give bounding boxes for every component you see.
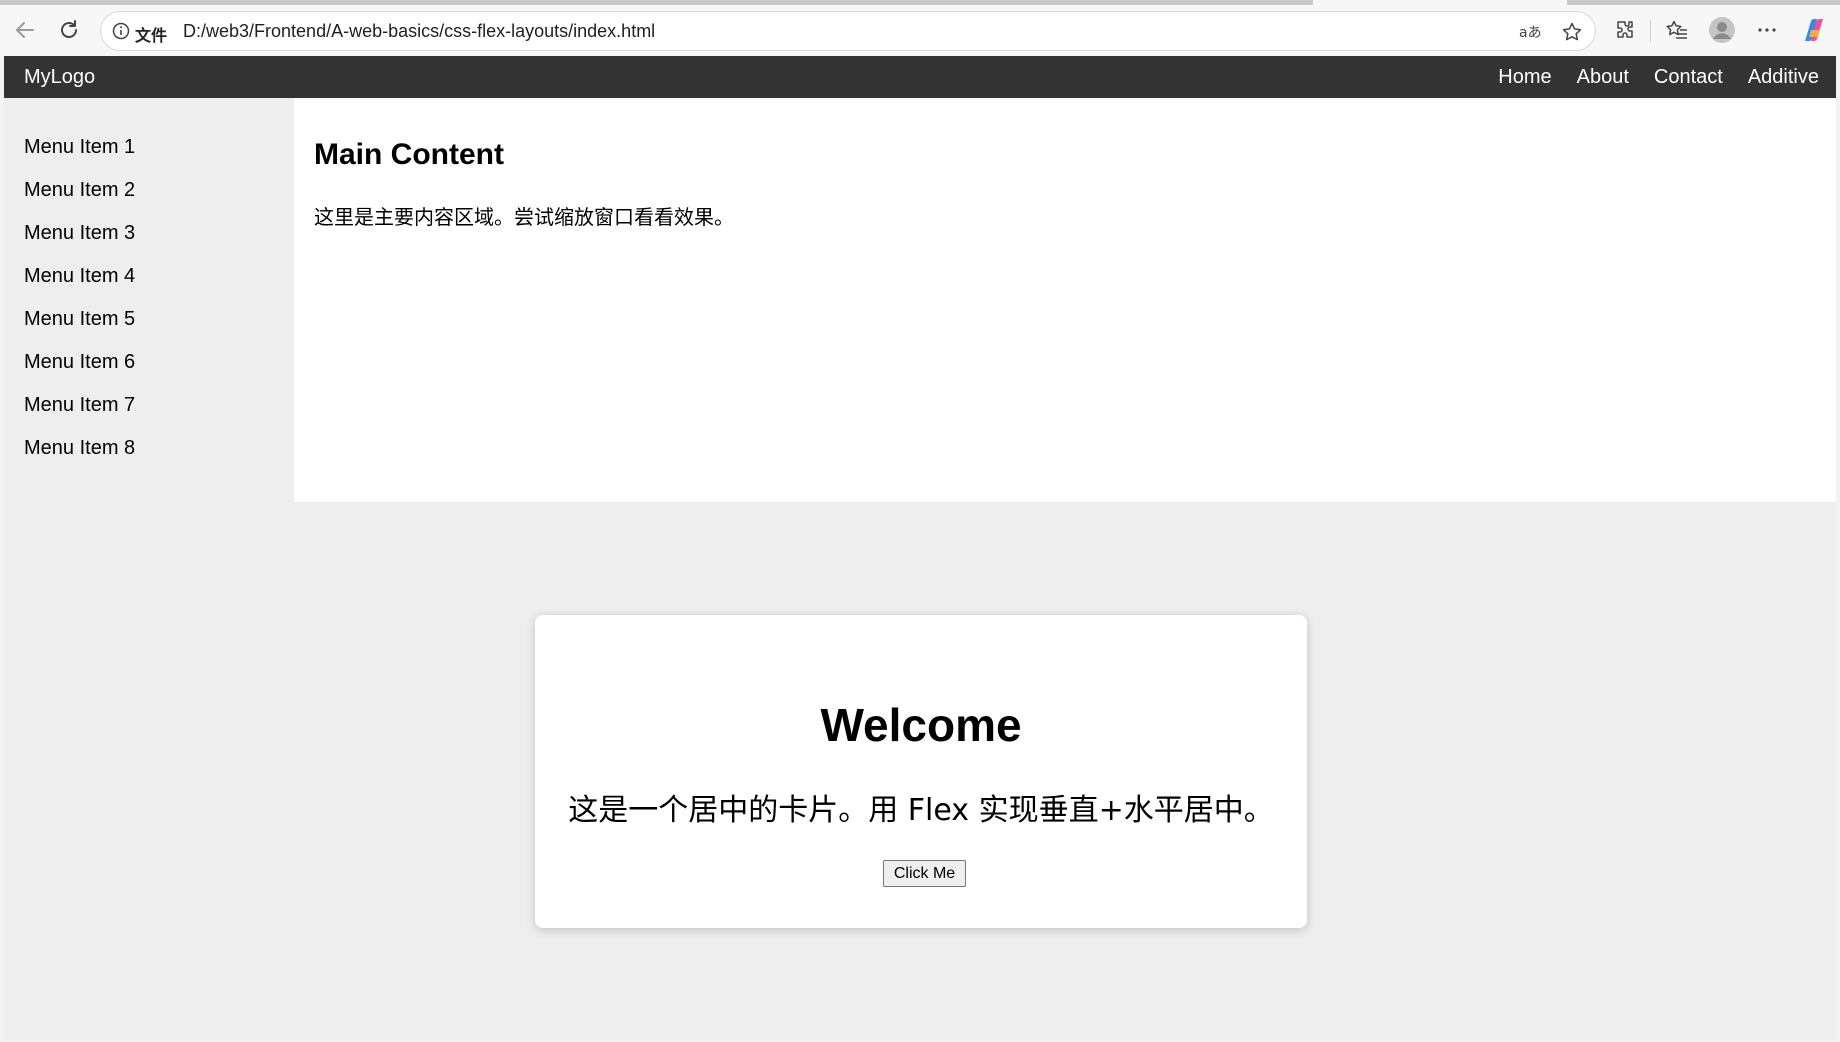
card-text: 这是一个居中的卡片。用 Flex 实现垂直+水平居中。: [568, 793, 1274, 828]
favorite-star-icon[interactable]: [1561, 21, 1583, 43]
nav-link-contact[interactable]: Contact: [1654, 66, 1723, 89]
sidebar-menu: Menu Item 1 Menu Item 2 Menu Item 3 Menu…: [4, 98, 294, 479]
site-logo[interactable]: MyLogo: [24, 66, 95, 89]
tab-strip: [1567, 0, 1840, 5]
nav-links: Home About Contact Additive: [1498, 66, 1819, 89]
card-title: Welcome: [820, 699, 1022, 751]
address-url[interactable]: D:/web3/Frontend/A-web-basics/css-flex-l…: [183, 21, 655, 42]
svg-text:aあ: aあ: [1519, 25, 1541, 41]
profile-avatar-icon[interactable]: [1707, 15, 1737, 45]
reload-icon: [61, 20, 77, 38]
sidebar-menu-item-4[interactable]: Menu Item 4: [4, 264, 294, 307]
extensions-icon[interactable]: [1610, 15, 1640, 45]
address-bar[interactable]: 文件 D:/web3/Frontend/A-web-basics/css-fle…: [100, 11, 1596, 51]
nav-link-home[interactable]: Home: [1498, 66, 1551, 89]
sidebar-menu-item-8[interactable]: Menu Item 8: [4, 436, 294, 479]
more-options-icon[interactable]: [1752, 15, 1782, 45]
sidebar-menu-item-5[interactable]: Menu Item 5: [4, 307, 294, 350]
nav-link-additive[interactable]: Additive: [1748, 66, 1819, 89]
reload-button[interactable]: [54, 15, 84, 45]
favorites-icon[interactable]: [1662, 15, 1692, 45]
copilot-icon[interactable]: [1799, 15, 1829, 45]
sidebar-menu-item-2[interactable]: Menu Item 2: [4, 178, 294, 221]
page-viewport: MyLogo Home About Contact Additive Menu …: [4, 56, 1836, 1040]
nav-link-about[interactable]: About: [1577, 66, 1629, 89]
browser-toolbar: 文件 D:/web3/Frontend/A-web-basics/css-fle…: [0, 0, 1840, 56]
info-icon[interactable]: [111, 21, 131, 41]
sidebar: Menu Item 1 Menu Item 2 Menu Item 3 Menu…: [4, 98, 294, 502]
top-navbar: MyLogo Home About Contact Additive: [4, 56, 1836, 98]
read-aloud-translate-icon[interactable]: aあ: [1519, 21, 1541, 43]
address-scheme-label: 文件: [135, 26, 168, 45]
main-content-title: Main Content: [314, 138, 504, 171]
back-arrow-icon: [16, 22, 34, 38]
welcome-card: Welcome 这是一个居中的卡片。用 Flex 实现垂直+水平居中。 Clic…: [535, 615, 1307, 928]
back-button[interactable]: [10, 15, 40, 45]
toolbar-divider: [1650, 20, 1651, 42]
tab-strip: [0, 0, 1313, 5]
main-content: Main Content 这里是主要内容区域。尝试缩放窗口看看效果。: [294, 98, 1836, 502]
sidebar-menu-item-6[interactable]: Menu Item 6: [4, 350, 294, 393]
sidebar-menu-item-3[interactable]: Menu Item 3: [4, 221, 294, 264]
sidebar-menu-item-1[interactable]: Menu Item 1: [4, 135, 294, 178]
click-me-button[interactable]: Click Me: [883, 860, 966, 887]
sidebar-menu-item-7[interactable]: Menu Item 7: [4, 393, 294, 436]
main-content-text: 这里是主要内容区域。尝试缩放窗口看看效果。: [314, 205, 734, 229]
